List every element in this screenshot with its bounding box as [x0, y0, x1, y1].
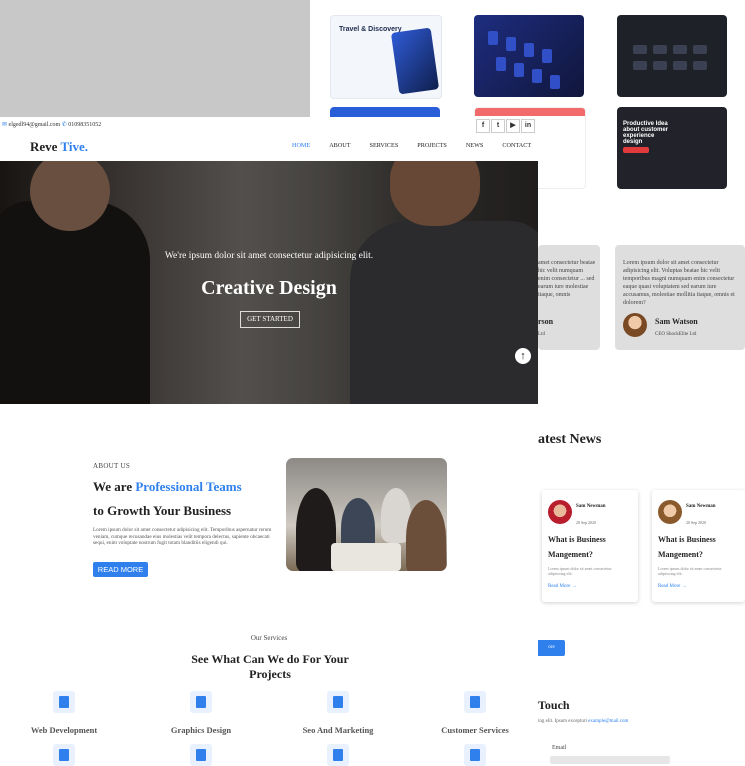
hero-section: We're ipsum dolor sit amet consectetur a…	[0, 161, 538, 404]
news-card[interactable]: Sam Newman 20 Sep 2020 What is Business …	[542, 490, 638, 602]
chart-icon	[327, 691, 349, 713]
social-links: f t ▶ in	[476, 119, 535, 133]
testimonial-text: Lorem ipsum dolor sit amet consectetur a…	[623, 260, 735, 306]
service-seo-marketing[interactable]: Seo And Marketing	[273, 725, 403, 735]
news-title: What is Business Mangement?	[548, 535, 606, 559]
testimonial-role: CEO ShockElite Ltd	[655, 332, 697, 337]
news-title: What is Business Mangement?	[658, 535, 716, 559]
about-heading: We are Professional Teams	[93, 479, 242, 494]
project-card-app-grid[interactable]	[474, 15, 584, 97]
avatar	[548, 500, 572, 524]
read-more-link[interactable]: Read More →	[548, 584, 577, 589]
email-link[interactable]: example@mail.com	[588, 719, 628, 724]
get-started-button[interactable]: GET STARTED	[240, 311, 300, 328]
avatar	[623, 313, 647, 337]
about-paragraph: Lorem ipsum dolor sit amet consectetur a…	[93, 527, 272, 546]
about-heading-line2: to Growth Your Business	[93, 503, 232, 518]
phone-icon: ✆	[61, 122, 67, 128]
service-customer-services[interactable]: Customer Services	[410, 725, 540, 735]
hero-subtitle: We're ipsum dolor sit amet consectetur a…	[164, 251, 374, 261]
read-more-link[interactable]: Read More →	[658, 584, 687, 589]
nav-item-about[interactable]: ABOUT	[329, 142, 350, 149]
contact-heading: Touch	[538, 698, 570, 712]
services-label: Our Services	[250, 634, 288, 642]
contact-text: ing elit. Ipsum excepturi example@mail.c…	[538, 719, 629, 724]
service-graphics-design[interactable]: Graphics Design	[136, 725, 266, 735]
gray-placeholder-block	[0, 0, 310, 117]
testimonial-role: Ltd	[538, 332, 545, 337]
service-web-development[interactable]: Web Development	[0, 725, 129, 735]
news-author: Sam Newman	[686, 504, 716, 509]
news-card[interactable]: Sam Newman 20 Sep 2020 What is Business …	[652, 490, 745, 602]
email-text[interactable]: elgedl94@gmail.com	[9, 122, 61, 128]
services-title: See What Can We do For Your Projects	[191, 652, 349, 681]
testimonial-card: Lorem ipsum dolor sit amet consectetur a…	[615, 245, 745, 350]
news-heading: atest News	[538, 432, 602, 447]
testimonial-card-partial: amet consectetur beatae hic velit numqua…	[538, 245, 600, 350]
phone-mockup	[390, 27, 440, 95]
navbar: Reve Tive. HOME ABOUT SERVICES PROJECTS …	[0, 133, 538, 161]
avatar	[658, 500, 682, 524]
code-icon	[53, 691, 75, 713]
news-date: 20 Sep 2020	[686, 520, 706, 525]
nav-item-projects[interactable]: PROJECTS	[417, 142, 447, 149]
envelope-icon: ✉	[2, 122, 8, 128]
more-news-button[interactable]: ore	[538, 640, 565, 656]
project-card-travel[interactable]: Travel & Discovery	[330, 15, 442, 99]
twitter-icon[interactable]: t	[491, 119, 505, 133]
email-label: Email	[552, 745, 567, 751]
about-label: ABOUT US	[93, 462, 131, 470]
support-icon	[464, 691, 486, 713]
nav-item-services[interactable]: SERVICES	[370, 142, 399, 149]
phone-text[interactable]: 01098351052	[68, 122, 101, 128]
youtube-icon[interactable]: ▶	[506, 119, 520, 133]
top-contact-bar: ✉ elgedl94@gmail.com ✆ 01098351052 f t ▶…	[0, 117, 538, 133]
project-card-cta	[623, 147, 649, 153]
news-text: Lorem ipsum dolor sit amet consectetur a…	[658, 566, 722, 576]
about-team-image	[286, 458, 447, 571]
news-text: Lorem ipsum dolor sit amet consectetur a…	[548, 566, 612, 576]
project-card-title: Productive Idea about customer experienc…	[623, 121, 669, 145]
project-card-dark-landing[interactable]: Productive Idea about customer experienc…	[617, 107, 727, 189]
news-date: 20 Sep 2020	[576, 520, 596, 525]
main-nav: HOME ABOUT SERVICES PROJECTS NEWS CONTAC…	[292, 142, 531, 149]
scroll-top-icon[interactable]: ↑	[515, 348, 531, 364]
nav-item-contact[interactable]: CONTACT	[502, 142, 531, 149]
nav-item-news[interactable]: NEWS	[466, 142, 484, 149]
nav-item-home[interactable]: HOME	[292, 142, 310, 149]
design-icon	[190, 691, 212, 713]
facebook-icon[interactable]: f	[476, 119, 490, 133]
project-card-title: Travel & Discovery	[339, 26, 402, 33]
project-card-dashboard[interactable]	[617, 15, 727, 97]
news-author: Sam Newman	[576, 504, 606, 509]
hero-title: Creative Design	[201, 277, 337, 299]
logo[interactable]: Reve Tive.	[30, 139, 88, 155]
testimonial-name: Sam Watson	[655, 317, 698, 326]
testimonial-name: rson	[538, 317, 554, 326]
linkedin-icon[interactable]: in	[521, 119, 535, 133]
read-more-button[interactable]: READ MORE	[93, 562, 148, 577]
